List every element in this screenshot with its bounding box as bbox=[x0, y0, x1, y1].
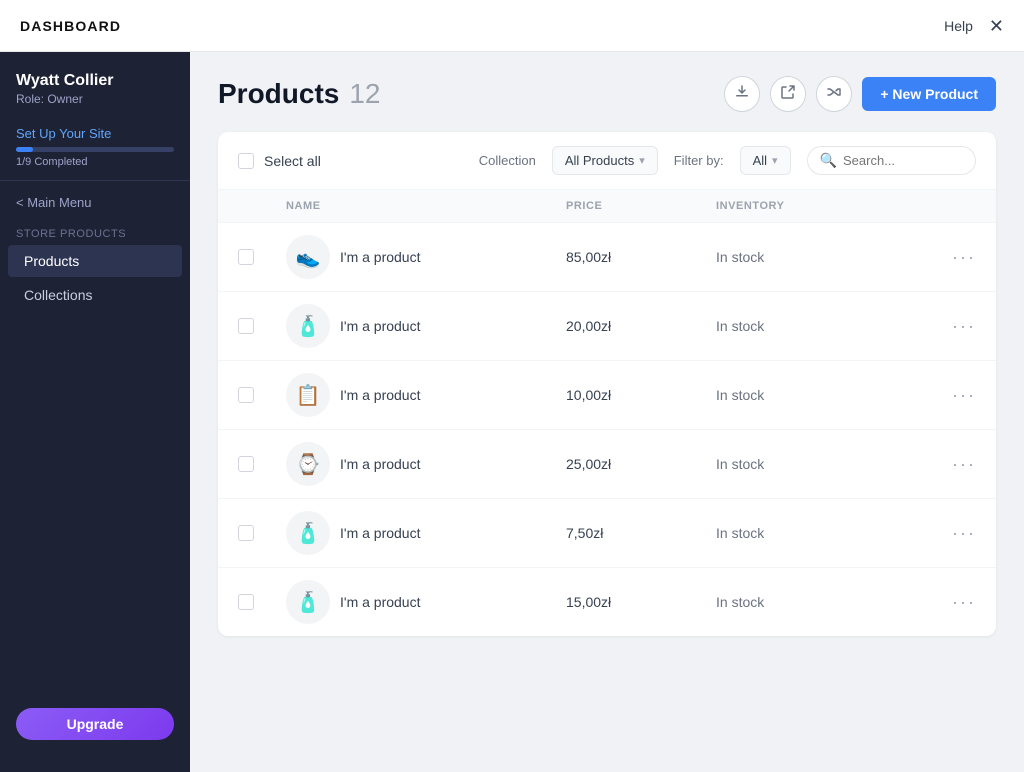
sidebar-item-products[interactable]: Products bbox=[8, 245, 182, 277]
row-actions-menu[interactable]: ··· bbox=[916, 454, 976, 475]
collection-value: All Products bbox=[565, 153, 634, 168]
product-inventory: In stock bbox=[716, 318, 916, 334]
search-icon: 🔍 bbox=[820, 152, 837, 169]
download-icon bbox=[734, 84, 750, 105]
main-menu-item[interactable]: < Main Menu bbox=[0, 181, 190, 218]
upgrade-button[interactable]: Upgrade bbox=[16, 708, 174, 740]
row-actions-menu[interactable]: ··· bbox=[916, 385, 976, 406]
main-layout: Wyatt Collier Role: Owner Set Up Your Si… bbox=[0, 52, 1024, 772]
table-row[interactable]: 📋 I'm a product 10,00zł In stock ··· bbox=[218, 361, 996, 430]
sidebar-user: Wyatt Collier Role: Owner bbox=[0, 52, 190, 118]
table-row[interactable]: ⌚ I'm a product 25,00zł In stock ··· bbox=[218, 430, 996, 499]
product-price: 15,00zł bbox=[566, 594, 716, 610]
row-actions-menu[interactable]: ··· bbox=[916, 316, 976, 337]
row-checkbox[interactable] bbox=[238, 456, 254, 472]
product-name: I'm a product bbox=[330, 525, 421, 541]
progress-text: 1/9 Completed bbox=[16, 156, 174, 168]
new-product-button[interactable]: + New Product bbox=[862, 77, 996, 111]
product-name: I'm a product bbox=[330, 387, 421, 403]
header-actions: + New Product bbox=[724, 76, 996, 112]
setup-label[interactable]: Set Up Your Site bbox=[16, 126, 174, 141]
search-input[interactable] bbox=[843, 153, 963, 168]
progress-bar-bg bbox=[16, 147, 174, 152]
page-count: 12 bbox=[349, 78, 380, 110]
product-price: 10,00zł bbox=[566, 387, 716, 403]
table-row[interactable]: 🧴 I'm a product 20,00zł In stock ··· bbox=[218, 292, 996, 361]
close-icon[interactable]: ✕ bbox=[989, 17, 1004, 35]
sidebar-role: Role: Owner bbox=[16, 92, 174, 106]
col-inventory: INVENTORY bbox=[716, 200, 916, 212]
store-products-label: Store Products bbox=[0, 218, 190, 244]
download-icon-btn[interactable] bbox=[724, 76, 760, 112]
col-price: PRICE bbox=[566, 200, 716, 212]
page-title: Products bbox=[218, 78, 339, 110]
dashboard-title: DASHBOARD bbox=[20, 18, 121, 34]
chevron-down-icon: ▾ bbox=[639, 154, 645, 167]
filter-value: All bbox=[753, 153, 767, 168]
progress-bar-fill bbox=[16, 147, 33, 152]
product-price: 25,00zł bbox=[566, 456, 716, 472]
topbar: DASHBOARD Help ✕ bbox=[0, 0, 1024, 52]
topbar-right: Help ✕ bbox=[944, 17, 1004, 35]
product-inventory: In stock bbox=[716, 594, 916, 610]
product-avatar: ⌚ bbox=[286, 442, 330, 486]
filter-by-label: Filter by: bbox=[674, 153, 724, 168]
product-inventory: In stock bbox=[716, 456, 916, 472]
product-avatar: 👟 bbox=[286, 235, 330, 279]
select-all-label[interactable]: Select all bbox=[264, 153, 321, 169]
collection-label: Collection bbox=[479, 153, 536, 168]
row-actions-menu[interactable]: ··· bbox=[916, 523, 976, 544]
product-price: 7,50zł bbox=[566, 525, 716, 541]
search-box[interactable]: 🔍 bbox=[807, 146, 976, 175]
main-content: Products 12 bbox=[190, 52, 1024, 772]
main-menu-label: < Main Menu bbox=[16, 195, 92, 210]
filter-chevron-icon: ▾ bbox=[772, 154, 778, 167]
products-card: Select all Collection All Products ▾ Fil… bbox=[218, 132, 996, 636]
product-avatar: 🧴 bbox=[286, 580, 330, 624]
page-header: Products 12 bbox=[218, 76, 996, 112]
select-all-checkbox-wrap: Select all bbox=[238, 153, 321, 169]
table-body: 👟 I'm a product 85,00zł In stock ··· 🧴 I… bbox=[218, 223, 996, 636]
product-name: I'm a product bbox=[330, 249, 421, 265]
product-price: 20,00zł bbox=[566, 318, 716, 334]
sidebar-username: Wyatt Collier bbox=[16, 72, 174, 90]
row-checkbox[interactable] bbox=[238, 318, 254, 334]
sidebar-bottom: Upgrade bbox=[0, 692, 190, 756]
export-icon bbox=[780, 84, 796, 105]
product-inventory: In stock bbox=[716, 525, 916, 541]
help-link[interactable]: Help bbox=[944, 18, 973, 34]
table-row[interactable]: 👟 I'm a product 85,00zł In stock ··· bbox=[218, 223, 996, 292]
product-inventory: In stock bbox=[716, 387, 916, 403]
product-avatar: 🧴 bbox=[286, 511, 330, 555]
filter-bar: Select all Collection All Products ▾ Fil… bbox=[218, 132, 996, 190]
row-checkbox[interactable] bbox=[238, 249, 254, 265]
row-actions-menu[interactable]: ··· bbox=[916, 592, 976, 613]
collection-dropdown[interactable]: All Products ▾ bbox=[552, 146, 658, 175]
row-checkbox[interactable] bbox=[238, 387, 254, 403]
select-all-checkbox[interactable] bbox=[238, 153, 254, 169]
row-actions-menu[interactable]: ··· bbox=[916, 247, 976, 268]
product-name: I'm a product bbox=[330, 318, 421, 334]
filter-dropdown[interactable]: All ▾ bbox=[740, 146, 791, 175]
product-price: 85,00zł bbox=[566, 249, 716, 265]
product-inventory: In stock bbox=[716, 249, 916, 265]
sidebar-item-collections[interactable]: Collections bbox=[8, 279, 182, 311]
page-title-group: Products 12 bbox=[218, 78, 381, 110]
table-row[interactable]: 🧴 I'm a product 15,00zł In stock ··· bbox=[218, 568, 996, 636]
col-name: NAME bbox=[286, 200, 566, 212]
shuffle-icon-btn[interactable] bbox=[816, 76, 852, 112]
sidebar: Wyatt Collier Role: Owner Set Up Your Si… bbox=[0, 52, 190, 772]
sidebar-setup: Set Up Your Site 1/9 Completed bbox=[0, 118, 190, 181]
row-checkbox[interactable] bbox=[238, 594, 254, 610]
table-header: NAME PRICE INVENTORY bbox=[218, 190, 996, 223]
product-avatar: 📋 bbox=[286, 373, 330, 417]
table-row[interactable]: 🧴 I'm a product 7,50zł In stock ··· bbox=[218, 499, 996, 568]
product-name: I'm a product bbox=[330, 456, 421, 472]
export-icon-btn[interactable] bbox=[770, 76, 806, 112]
product-avatar: 🧴 bbox=[286, 304, 330, 348]
row-checkbox[interactable] bbox=[238, 525, 254, 541]
product-name: I'm a product bbox=[330, 594, 421, 610]
shuffle-icon bbox=[826, 84, 842, 105]
